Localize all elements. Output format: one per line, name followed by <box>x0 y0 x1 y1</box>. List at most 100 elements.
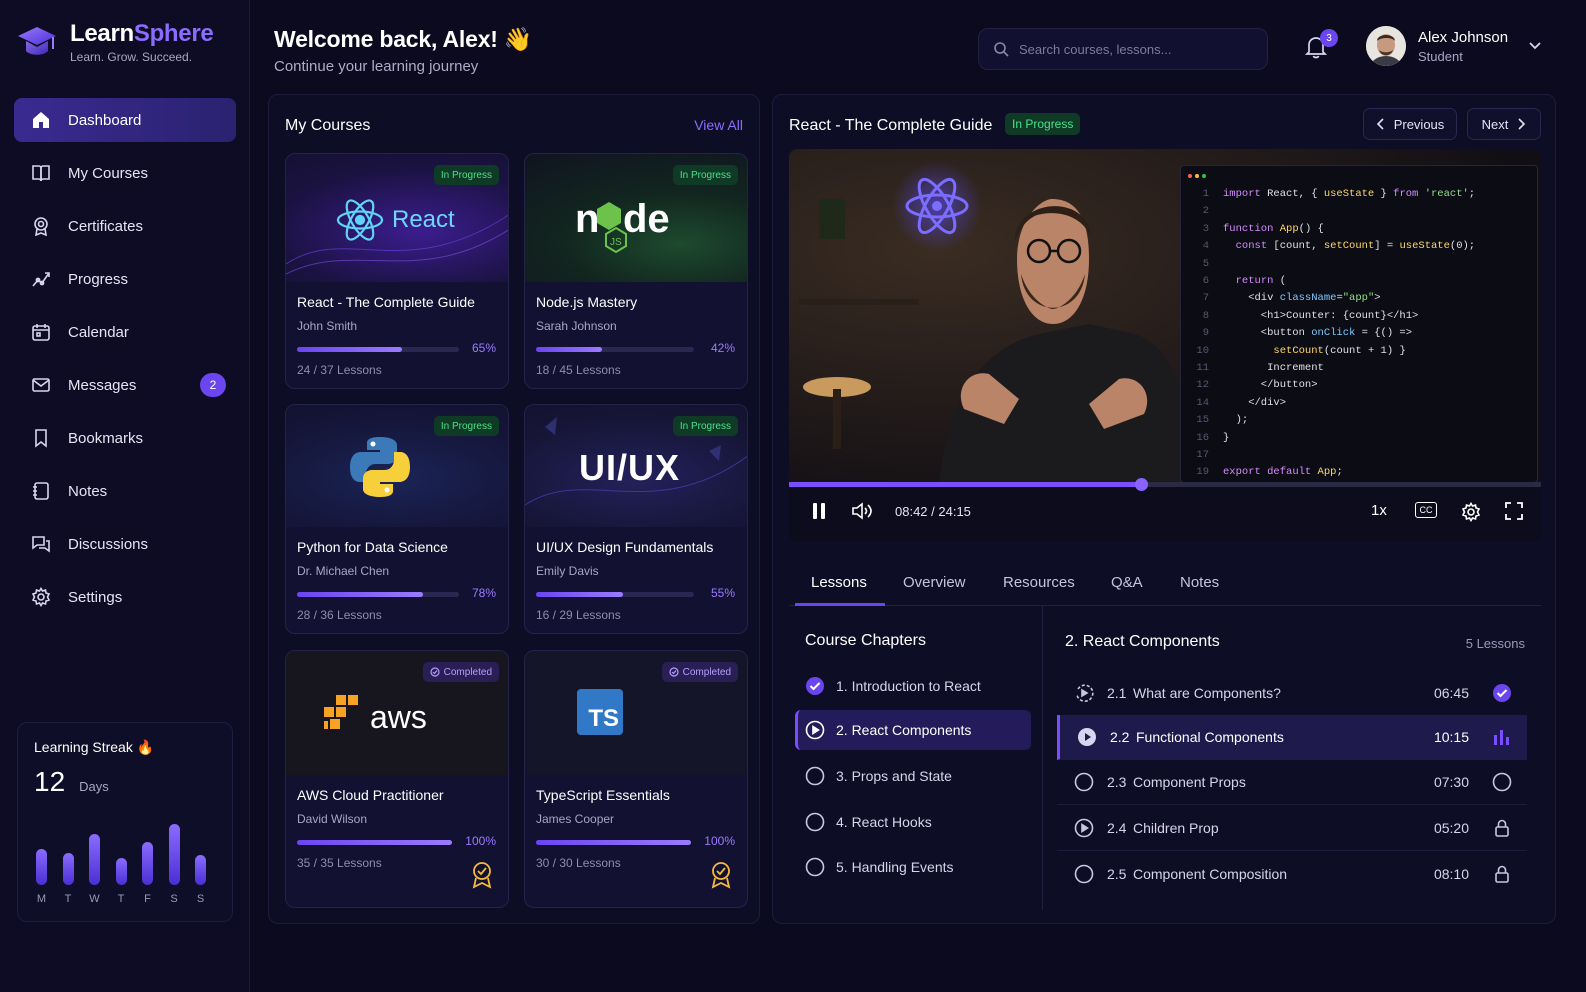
code-line: export default App; <box>1223 466 1343 479</box>
equalizer-icon <box>1494 730 1509 745</box>
code-line-number: 11 <box>1196 362 1209 374</box>
day-label: S <box>170 893 178 905</box>
notifications-button[interactable]: 3 <box>1304 29 1338 62</box>
sidebar-item-label: Dashboard <box>68 111 142 129</box>
tab-qa[interactable]: Q&A <box>1111 574 1143 591</box>
react-logo-icon <box>336 199 384 241</box>
tab-lessons[interactable]: Lessons <box>811 574 867 591</box>
certificate-icon <box>30 215 52 237</box>
lesson-row[interactable]: 2.2 Functional Components 10:15 <box>1057 715 1527 760</box>
tab-overview[interactable]: Overview <box>903 574 966 591</box>
welcome-title: Welcome back, Alex! 👋 <box>274 26 533 52</box>
gear-icon[interactable] <box>1461 502 1481 522</box>
sidebar-item-notes[interactable]: Notes <box>14 469 236 513</box>
check-circle-icon <box>1493 684 1511 702</box>
sidebar-item-my-courses[interactable]: My Courses <box>14 151 236 195</box>
code-line: <h1>Counter: {count}</h1> <box>1223 309 1419 322</box>
course-logo-text: UI/UX <box>579 447 681 488</box>
sidebar-item-progress[interactable]: Progress <box>14 257 236 301</box>
course-progress-pct: 42% <box>710 341 735 355</box>
course-card[interactable]: n de JS In Progress Node.js Mastery Sara… <box>524 153 748 389</box>
user-menu[interactable]: Alex Johnson Student <box>1366 26 1508 66</box>
course-card[interactable]: React In Progress React - The Complete G… <box>285 153 509 389</box>
course-progress-pct: 65% <box>471 341 496 355</box>
chapter-item[interactable]: 1. Introduction to React <box>795 666 1031 706</box>
sidebar-item-certificates[interactable]: Certificates <box>14 204 236 248</box>
svg-text:JS: JS <box>610 237 622 248</box>
code-line: </button> <box>1223 379 1318 392</box>
lesson-row[interactable]: 2.3 Component Props 07:30 <box>1057 760 1527 805</box>
code-line-number: 15 <box>1196 414 1209 427</box>
code-line-number: 4 <box>1202 240 1209 253</box>
chapter-item[interactable]: 5. Handling Events <box>795 847 1031 887</box>
lesson-row[interactable]: 2.1 What are Components? 06:45 <box>1057 671 1527 716</box>
sidebar-item-bookmarks[interactable]: Bookmarks <box>14 416 236 460</box>
course-lessons: 28 / 36 Lessons <box>297 608 382 622</box>
book-icon <box>30 162 52 184</box>
video-seek-bar[interactable] <box>789 482 1541 487</box>
chapters-title: Course Chapters <box>805 632 926 649</box>
captions-button[interactable]: CC <box>1415 502 1437 518</box>
search-input[interactable] <box>1019 41 1249 57</box>
next-button[interactable]: Next <box>1467 108 1541 140</box>
course-title: TypeScript Essentials <box>536 787 670 803</box>
pause-icon[interactable] <box>811 502 827 520</box>
course-card[interactable]: aws Completed AWS Cloud Practitioner Dav… <box>285 650 509 908</box>
search-box[interactable] <box>978 28 1268 70</box>
course-card[interactable]: In Progress Python for Data Science Dr. … <box>285 404 509 634</box>
brand[interactable]: LearnSphere Learn. Grow. Succeed. <box>16 20 214 64</box>
code-editor: 1 import React, { useState } from 'react'… <box>1180 165 1538 483</box>
lesson-row[interactable]: 2.4 Children Prop 05:20 <box>1057 806 1527 851</box>
sidebar-item-settings[interactable]: Settings <box>14 575 236 619</box>
sidebar-item-dashboard[interactable]: Dashboard <box>14 98 236 142</box>
course-thumbnail: TS Completed <box>525 651 747 775</box>
chapter-item[interactable]: 2. React Components <box>795 710 1031 750</box>
volume-icon[interactable] <box>851 502 873 520</box>
status-badge: Completed <box>661 662 738 682</box>
course-thumbnail: In Progress <box>286 405 508 527</box>
video-course-title: React - The Complete Guide <box>789 117 993 134</box>
previous-button[interactable]: Previous <box>1363 108 1457 140</box>
course-card[interactable]: UI/UX In Progress UI/UX Design Fundament… <box>524 404 748 634</box>
circle-icon <box>805 857 825 877</box>
messages-badge: 2 <box>200 373 226 397</box>
code-line: } <box>1223 431 1230 444</box>
seek-handle[interactable] <box>1135 478 1148 491</box>
streak-bar <box>115 858 127 885</box>
play-circle-icon <box>1078 728 1096 746</box>
sidebar-item-calendar[interactable]: Calendar <box>14 310 236 354</box>
sidebar-item-label: Bookmarks <box>68 429 144 447</box>
calendar-icon <box>30 321 52 343</box>
my-courses-panel: My Courses View All React In Progress Re… <box>268 94 760 924</box>
course-player-panel: React - The Complete Guide In Progress P… <box>772 94 1556 924</box>
sidebar-item-discussions[interactable]: Discussions <box>14 522 236 566</box>
circle-icon <box>1074 772 1094 792</box>
code-line-number: 14 <box>1196 396 1209 409</box>
fullscreen-icon[interactable] <box>1505 502 1523 520</box>
playback-speed-button[interactable]: 1x <box>1371 502 1387 519</box>
sidebar-item-messages[interactable]: Messages 2 <box>14 363 236 407</box>
video-player[interactable]: 1 import React, { useState } from 'react'… <box>789 149 1541 542</box>
course-card[interactable]: TS Completed TypeScript Essentials James… <box>524 650 748 908</box>
code-line: <button onClick = {() => <box>1223 327 1413 340</box>
chapter-item[interactable]: 3. Props and State <box>795 756 1031 796</box>
learning-streak-card: Learning Streak 🔥 12 Days M T W T F S S <box>17 722 233 922</box>
sidebar-item-label: Certificates <box>68 217 144 235</box>
check-circle-icon <box>669 667 679 677</box>
notes-icon <box>30 480 52 502</box>
lesson-row[interactable]: 2.5 Component Composition 08:10 <box>1057 851 1527 896</box>
lessons-section-title: 2. React Components <box>1065 633 1220 650</box>
chevron-down-icon[interactable] <box>1528 38 1542 52</box>
day-label: T <box>64 893 72 905</box>
course-author: Sarah Johnson <box>536 319 617 333</box>
course-logo-text: aws <box>370 699 427 735</box>
course-lessons: 16 / 29 Lessons <box>536 608 621 622</box>
code-line-number: 7 <box>1202 292 1209 305</box>
chevron-right-icon <box>1518 118 1526 130</box>
tab-notes[interactable]: Notes <box>1180 574 1219 591</box>
award-icon <box>711 862 731 889</box>
tab-resources[interactable]: Resources <box>1003 574 1075 591</box>
graduation-cap-icon <box>18 27 56 55</box>
chapter-item[interactable]: 4. React Hooks <box>795 802 1031 842</box>
view-all-link[interactable]: View All <box>694 117 743 133</box>
